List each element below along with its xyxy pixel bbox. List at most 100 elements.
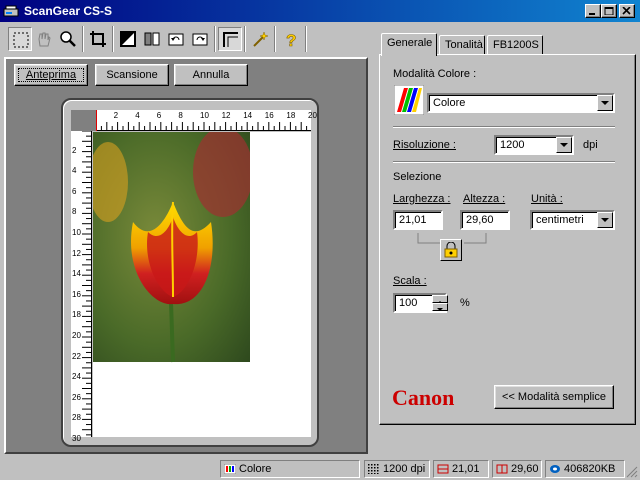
height-field[interactable]: 29,60 [460,210,510,230]
auto-button[interactable] [248,27,272,51]
frame-icon [223,32,238,47]
toolbar-separator [82,26,84,52]
width-label: Larghezza : [393,193,451,205]
hand-tool-button[interactable] [32,27,56,51]
scale-label: Scala : [393,275,427,287]
ruler-label: 18 [72,310,81,320]
scan-button[interactable]: Scansione [95,64,169,86]
resolution-select[interactable]: 1200 [494,135,574,155]
divider [393,161,615,163]
ruler-label: 28 [72,413,81,423]
height-value: 29,60 [466,214,494,226]
height-label: Altezza : [463,193,506,205]
zoom-icon [60,31,76,47]
maximize-icon [604,7,614,15]
aspect-lock-button[interactable] [440,239,462,261]
status-resolution-text: 1200 dpi [383,463,426,475]
ruler-label: 20 [72,331,81,340]
file-size-icon [550,465,560,473]
scanner-app-icon [3,5,19,17]
toolbar-separator [244,26,246,52]
help-icon: ? [286,31,297,48]
tab-generale[interactable]: Generale [381,33,437,56]
exposure-button[interactable] [116,27,140,51]
status-height-text: 29,60 [511,463,539,475]
resolution-unit: dpi [583,139,598,151]
ruler-label: 18 [286,111,296,120]
chevron-down-icon [601,218,609,222]
simple-mode-button[interactable]: << Modalità semplice [494,385,614,409]
chevron-down-icon [437,308,443,311]
title-bar: ScanGear CS-S [0,0,640,22]
resize-grip-icon[interactable] [626,466,638,478]
canon-logo: Canon [392,385,455,410]
ruler-label: 14 [72,269,81,279]
tab-tonalita[interactable]: Tonalità [439,35,485,55]
tab-label: Generale [387,37,433,49]
crop-tool-button[interactable] [86,27,110,51]
tab-fb1200s[interactable]: FB1200S [487,35,543,55]
ruler-label: 30 [72,434,81,443]
ruler-label: 20 [308,111,317,120]
scangear-window: ScanGear CS-S ? Anteprima Scansione Annu… [0,0,640,480]
crop-icon [90,31,106,47]
mirror-icon [144,32,160,46]
frame-button[interactable] [218,27,242,51]
width-field[interactable]: 21,01 [393,210,443,230]
ruler-label: 6 [72,186,77,196]
help-button[interactable]: ? [278,27,302,51]
scale-up-button[interactable] [432,295,448,304]
vertical-ruler: 2 4 6 8 10 12 14 16 18 20 22 24 26 28 30 [71,130,92,443]
preview-button[interactable]: Anteprima [14,64,88,86]
status-mode: Colore [220,460,360,478]
resolution-label: Risoluzione : [393,139,456,151]
horizontal-ruler-svg [95,122,308,131]
color-mode-label: Modalità Colore : [393,68,477,80]
status-mode-text: Colore [239,463,272,475]
status-bar: Colore 1200 dpi 21,01 29,60 406820KB [0,458,640,480]
preview-canvas[interactable] [93,132,311,437]
unit-select[interactable]: centimetri [530,210,615,230]
simple-mode-button-label: << Modalità semplice [502,391,606,403]
ruler-label: 10 [200,111,209,120]
rotate-left-button[interactable] [164,27,188,51]
resolution-dropdown-button[interactable] [556,137,572,153]
general-tab-panel: Modalità Colore : Colore Risoluzione : 1… [379,54,636,425]
tulip-preview-image [93,132,311,363]
select-icon [13,32,29,48]
status-height: 29,60 [492,460,542,478]
ruler-label: 2 [113,111,119,120]
select-tool-button[interactable] [8,27,32,51]
color-mode-dropdown-button[interactable] [597,95,613,111]
close-button[interactable] [619,4,635,18]
ruler-label: 12 [72,248,81,258]
cancel-button[interactable]: Annulla [174,64,248,86]
ruler-label: 24 [72,372,81,382]
minimize-button[interactable] [585,4,601,18]
scale-value: 100 [399,297,418,309]
ruler-label: 8 [72,207,77,217]
ruler-label: 4 [135,111,140,120]
ruler-label: 12 [221,111,231,120]
scan-button-label: Scansione [106,69,158,81]
ruler-label: 22 [72,351,81,361]
zoom-tool-button[interactable] [56,27,80,51]
exposure-icon [120,31,136,47]
mirror-button[interactable] [140,27,164,51]
unit-label: Unità : [531,193,563,205]
preview-frame: 2 4 6 8 10 12 14 16 18 20 2 4 6 8 10 12 14 16 18 20 22 24 26 2… [61,98,319,447]
scale-down-button[interactable] [432,303,448,311]
ruler-corner [71,110,96,131]
color-mode-select[interactable]: Colore [427,93,615,113]
unit-dropdown-button[interactable] [597,212,613,228]
status-width-text: 21,01 [452,463,480,475]
color-mode-value: Colore [433,97,466,109]
status-resolution: 1200 dpi [364,460,430,478]
tab-label: Tonalità [445,39,483,51]
chevron-down-icon [560,143,568,147]
ruler-label: 2 [72,145,77,155]
toolbar-separator [112,26,114,52]
maximize-button[interactable] [601,4,617,18]
color-mode-icon [394,85,424,115]
rotate-right-button[interactable] [188,27,212,51]
